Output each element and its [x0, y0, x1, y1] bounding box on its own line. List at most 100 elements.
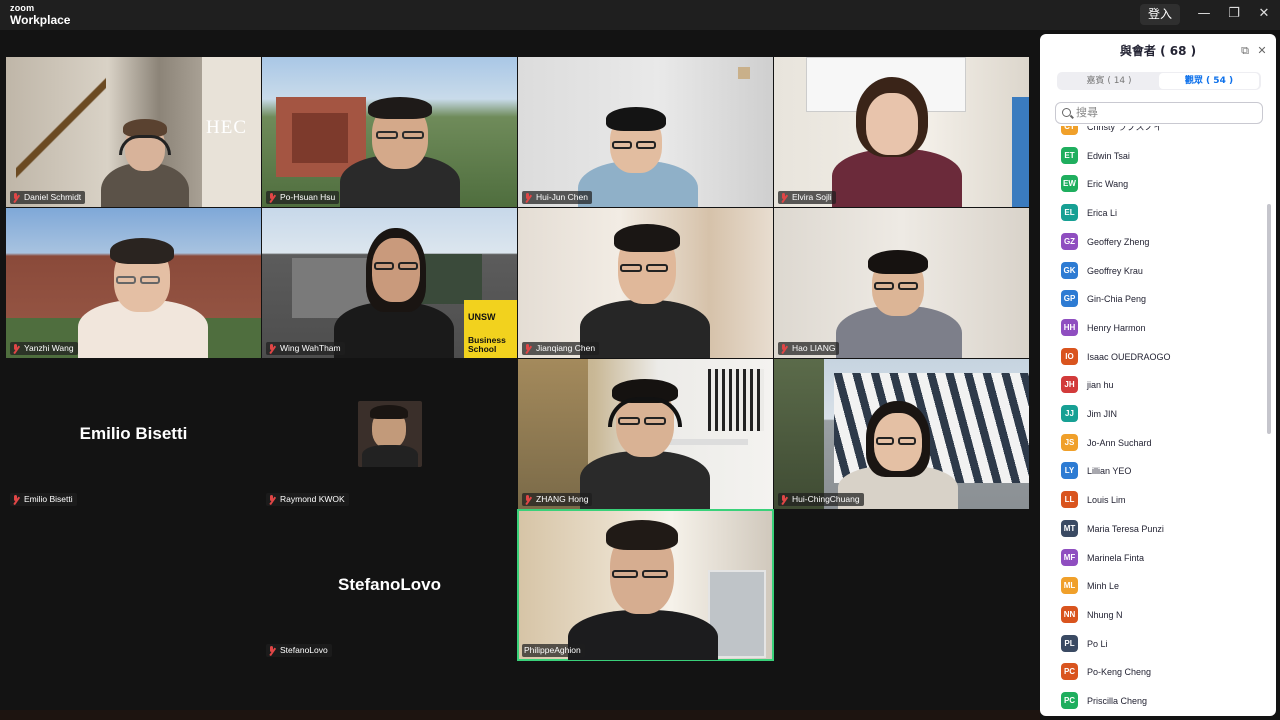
- list-item[interactable]: ML Minh Le: [1061, 576, 1251, 596]
- attendee-avatar: JH: [1061, 376, 1078, 394]
- muted-mic-icon: [12, 343, 20, 354]
- video-tile[interactable]: UNSW Business School Wing WahTham: [262, 208, 517, 358]
- participant-name-tag: PhilippeAghion: [522, 644, 585, 657]
- close-window-icon[interactable]: ✕: [1252, 4, 1276, 24]
- video-tile[interactable]: ZHANG Hong: [518, 359, 773, 509]
- list-item[interactable]: LL Louis Lim: [1061, 490, 1251, 510]
- attendee-avatar: GP: [1061, 290, 1078, 308]
- participant-display-name: Emilio Bisetti: [79, 424, 188, 443]
- attendee-avatar: MT: [1061, 519, 1078, 537]
- participant-name-tag: Raymond KWOK: [266, 493, 349, 506]
- video-tile[interactable]: Jianqiang Chen: [518, 208, 773, 358]
- list-item[interactable]: IO Isaac OUEDRAOGO: [1061, 347, 1251, 367]
- attendee-avatar: PL: [1061, 634, 1078, 652]
- list-item[interactable]: ET Edwin Tsai: [1061, 146, 1251, 166]
- muted-mic-icon: [12, 192, 20, 203]
- participant-name-tag: Jianqiang Chen: [522, 342, 600, 355]
- attendee-avatar: EL: [1061, 204, 1078, 222]
- video-tile[interactable]: Hui-Jun Chen: [518, 57, 773, 207]
- attendee-name: Priscilla Cheng: [1087, 696, 1148, 706]
- muted-mic-icon: [780, 494, 788, 505]
- attendee-avatar: PC: [1061, 692, 1078, 709]
- attendee-name: Maria Teresa Punzi: [1087, 523, 1164, 534]
- list-item[interactable]: PC Priscilla Cheng: [1061, 691, 1251, 711]
- video-tile[interactable]: Hui-ChingChuang: [774, 359, 1029, 509]
- active-speaker-tile[interactable]: PhilippeAghion: [517, 509, 774, 661]
- list-item[interactable]: GK Geoffrey Krau: [1061, 261, 1251, 281]
- participant-name-tag: ZHANG Hong: [522, 493, 593, 506]
- table: [668, 439, 748, 445]
- attendee-name: Henry Harmon: [1087, 322, 1146, 333]
- list-item[interactable]: PL Po Li: [1061, 634, 1251, 654]
- participant-search-input[interactable]: 搜尋: [1055, 102, 1263, 124]
- attendee-avatar: ML: [1061, 577, 1078, 595]
- attendee-avatar: JS: [1061, 433, 1078, 451]
- attendee-name: jian hu: [1087, 380, 1114, 391]
- attendee-avatar: ET: [1061, 146, 1078, 164]
- attendee-name: Edwin Tsai: [1087, 150, 1130, 161]
- restore-icon[interactable]: ❐: [1222, 4, 1246, 24]
- attendee-name: Christy ラブスノイ: [1087, 126, 1163, 132]
- attendee-list: CT Christy ラブスノイ ET Edwin Tsai EW Eric Wang EL…: [1040, 126, 1276, 716]
- list-item[interactable]: MT Maria Teresa Punzi: [1061, 519, 1251, 539]
- login-button[interactable]: 登入: [1140, 4, 1180, 25]
- list-item[interactable]: GZ Geoffery Zheng: [1061, 232, 1251, 252]
- participant-name-tag: Elvira Sojli: [778, 191, 836, 204]
- muted-mic-icon: [12, 494, 20, 505]
- video-tile[interactable]: HEC Daniel Schmidt: [6, 57, 261, 207]
- attendee-name: Isaac OUEDRAOGO: [1087, 351, 1171, 362]
- tab-panelists[interactable]: 嘉賓 ( 14 ): [1059, 73, 1159, 89]
- attendee-name: Po-Keng Cheng: [1087, 667, 1152, 678]
- search-placeholder: 搜尋: [1076, 106, 1098, 119]
- tab-attendees[interactable]: 觀眾 ( 54 ): [1159, 73, 1259, 89]
- list-item[interactable]: JJ Jim JIN: [1061, 404, 1251, 424]
- list-item[interactable]: JH jian hu: [1061, 375, 1251, 395]
- muted-mic-icon: [524, 343, 532, 354]
- muted-mic-icon: [268, 192, 276, 203]
- attendee-avatar: MF: [1061, 548, 1078, 566]
- list-item[interactable]: JS Jo-Ann Suchard: [1061, 433, 1251, 453]
- attendee-name: Nhung N: [1087, 609, 1123, 620]
- list-item[interactable]: PC Po-Keng Cheng: [1061, 662, 1251, 682]
- video-gallery: HEC Daniel Schmidt Po-Hsuan Hsu Hui-Jun …: [0, 30, 1040, 720]
- list-item[interactable]: LY Lillian YEO: [1061, 461, 1251, 481]
- search-icon: [1062, 108, 1071, 117]
- list-scrollbar[interactable]: [1267, 204, 1271, 434]
- attendee-name: Marinela Finta: [1087, 552, 1145, 563]
- wall-object: [738, 67, 750, 79]
- participant-display-name: StefanoLovo: [338, 575, 441, 594]
- video-tile[interactable]: Po-Hsuan Hsu: [262, 57, 517, 207]
- list-item[interactable]: NN Nhung N: [1061, 605, 1251, 625]
- minimize-icon[interactable]: —: [1192, 4, 1216, 24]
- video-tile[interactable]: Raymond KWOK: [262, 359, 517, 509]
- attendee-name: Geoffery Zheng: [1087, 236, 1150, 247]
- close-panel-icon[interactable]: ✕: [1255, 44, 1269, 58]
- list-item[interactable]: GP Gin-Chia Peng: [1061, 289, 1251, 309]
- video-tile[interactable]: Hao LIANG: [774, 208, 1029, 358]
- participant-name-tag: StefanoLovo: [266, 644, 332, 657]
- list-item[interactable]: EL Erica Li: [1061, 203, 1251, 223]
- attendee-avatar: CT: [1061, 126, 1078, 135]
- video-tile[interactable]: Elvira Sojli: [774, 57, 1029, 207]
- attendee-name: Gin-Chia Peng: [1087, 294, 1147, 305]
- video-tile[interactable]: Emilio Bisetti Emilio Bisetti: [6, 359, 261, 509]
- stair-railing: [16, 77, 106, 187]
- attendee-avatar: EW: [1061, 175, 1078, 193]
- pop-out-icon[interactable]: ⧉: [1238, 44, 1252, 58]
- attendee-name: Erica Li: [1087, 208, 1118, 219]
- list-item[interactable]: HH Henry Harmon: [1061, 318, 1251, 338]
- muted-mic-icon: [268, 343, 276, 354]
- list-item[interactable]: MF Marinela Finta: [1061, 548, 1251, 568]
- title-bar: zoom Workplace 登入 — ❐ ✕: [0, 0, 1280, 30]
- attendee-name: Minh Le: [1087, 581, 1120, 592]
- attendee-name: Eric Wang: [1087, 179, 1129, 190]
- attendee-avatar: LY: [1061, 462, 1078, 480]
- video-overlay-text: HEC: [206, 117, 247, 138]
- participant-name-tag: Hui-ChingChuang: [778, 493, 864, 506]
- participant-name-tag: Hao LIANG: [778, 342, 840, 355]
- list-item[interactable]: EW Eric Wang: [1061, 174, 1251, 194]
- list-item[interactable]: CT Christy ラブスノイ: [1061, 126, 1251, 137]
- participant-name-tag: Yanzhi Wang: [10, 342, 78, 355]
- video-tile[interactable]: StefanoLovo StefanoLovo: [262, 510, 517, 660]
- video-tile[interactable]: Yanzhi Wang: [6, 208, 261, 358]
